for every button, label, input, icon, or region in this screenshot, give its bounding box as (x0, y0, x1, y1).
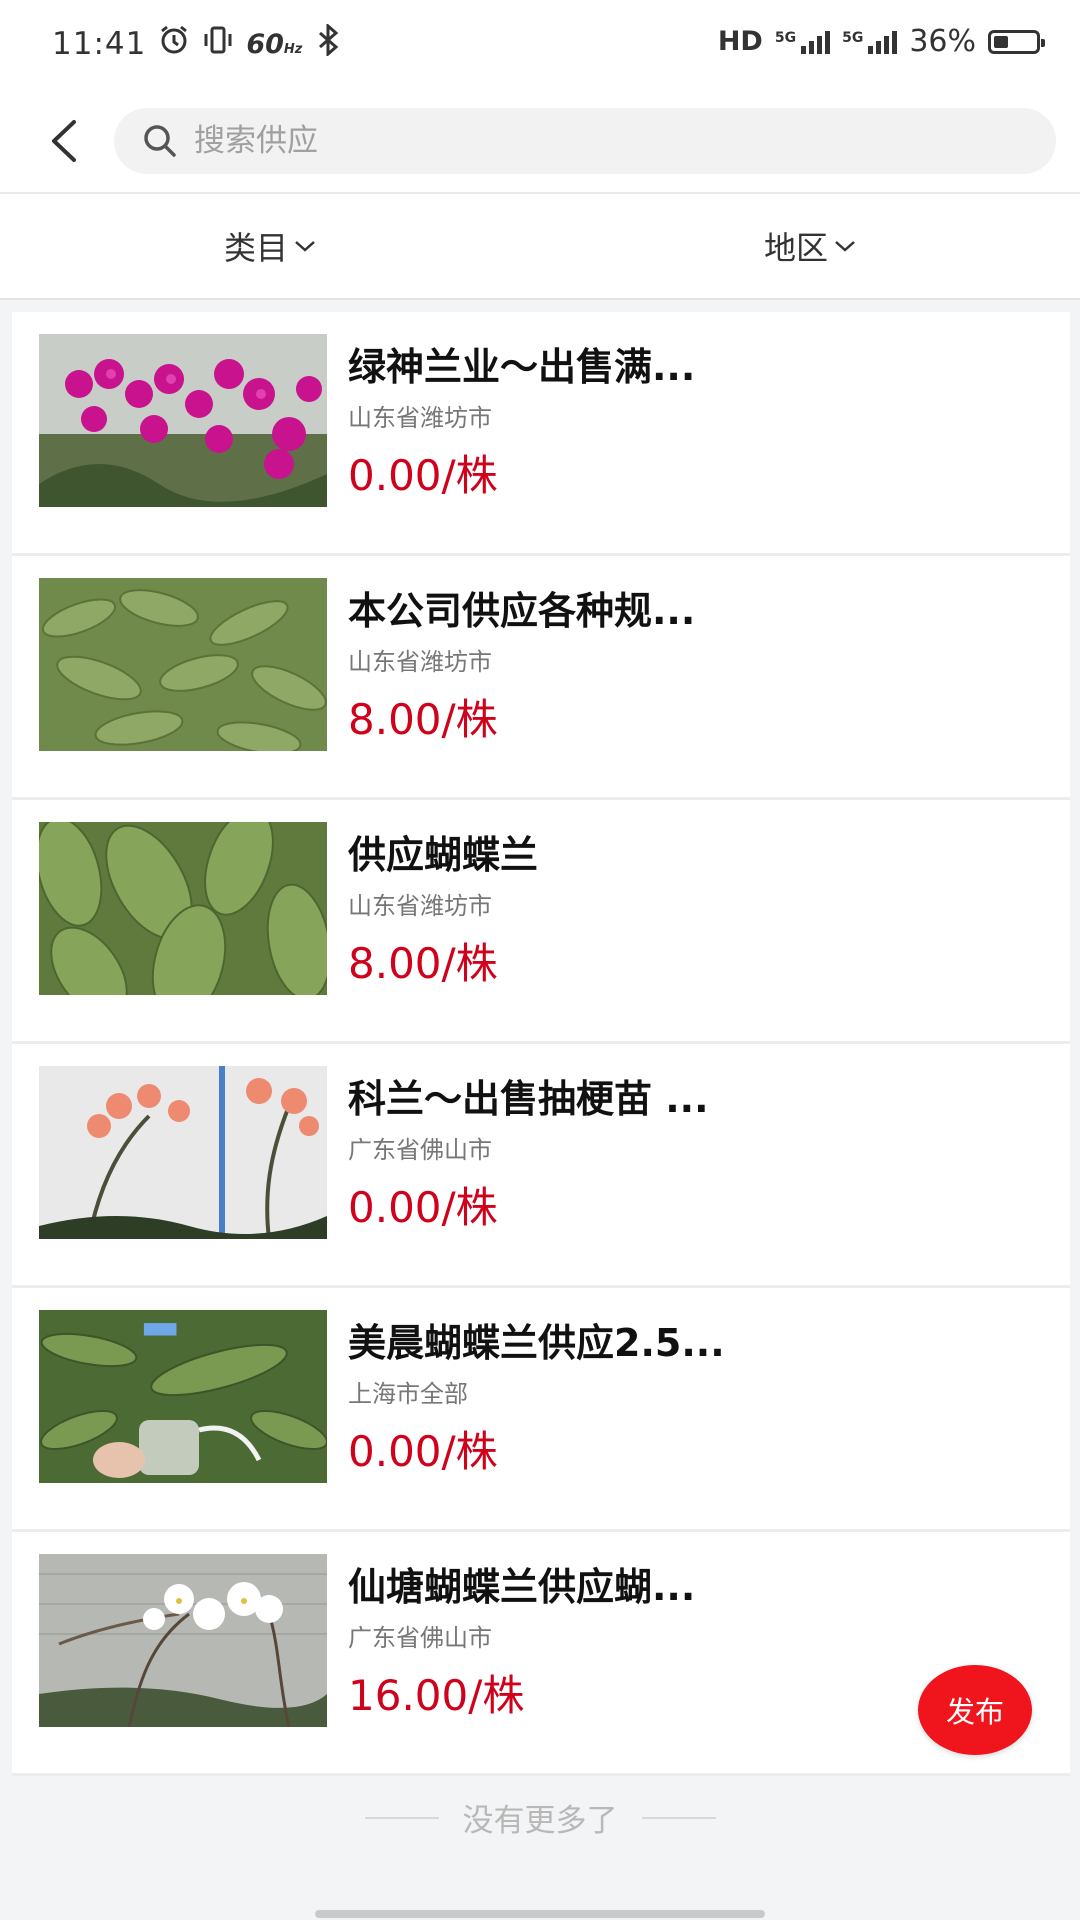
back-arrow-icon (52, 120, 76, 162)
bluetooth-icon (314, 22, 342, 64)
item-location: 山东省潍坊市 (348, 404, 492, 432)
search-input[interactable] (192, 122, 956, 160)
item-price: 8.00/株 (348, 939, 498, 988)
search-header (0, 90, 1080, 194)
item-location: 广东省佛山市 (348, 1624, 492, 1652)
item-location: 山东省潍坊市 (348, 892, 492, 920)
sim2-label: 5G (842, 29, 864, 46)
filter-category-label: 类目 (223, 229, 288, 267)
signal-icon-2: 5G (842, 29, 898, 54)
item-price: 16.00/株 (348, 1671, 525, 1720)
search-box[interactable] (114, 108, 1056, 174)
publish-button[interactable]: 发布 (918, 1665, 1032, 1755)
divider-left (364, 1816, 439, 1819)
item-title: 美晨蝴蝶兰供应2.5... (348, 1321, 725, 1365)
item-location: 上海市全部 (348, 1380, 468, 1408)
product-image: ▆▆▆ (39, 1310, 327, 1483)
product-image (39, 1554, 327, 1727)
product-image (39, 334, 327, 507)
sim1-label: 5G (774, 29, 797, 46)
no-more-text: 没有更多了 (462, 1803, 618, 1839)
signal-icon: 5G (774, 29, 831, 54)
no-more-indicator: 没有更多了 (0, 1795, 1080, 1840)
list-item[interactable]: ▆▆▆ 美晨蝴蝶兰供应2.5... 上海市全部 0.00/株 (12, 1288, 1070, 1532)
search-icon (144, 125, 176, 157)
item-price: 0.00/株 (348, 451, 498, 500)
item-location: 广东省佛山市 (348, 1136, 492, 1164)
alarm-icon (158, 24, 190, 64)
network-type: HD (717, 26, 763, 57)
item-price: 0.00/株 (348, 1427, 498, 1476)
supply-list: 绿神兰业～出售满... 山东省潍坊市 0.00/株 本公司供应各种规... 山东… (12, 312, 1070, 1776)
product-image (39, 578, 327, 751)
battery-icon (988, 29, 1045, 54)
home-indicator[interactable] (315, 1910, 765, 1918)
item-title: 科兰～出售抽梗苗 ... (348, 1077, 709, 1121)
item-price: 0.00/株 (348, 1183, 498, 1232)
refresh-rate-unit: Hz (283, 41, 303, 57)
clock: 11:41 (52, 26, 147, 62)
list-item[interactable]: 仙塘蝴蝶兰供应蝴... 广东省佛山市 16.00/株 (12, 1532, 1070, 1776)
item-price: 8.00/株 (348, 695, 498, 744)
chevron-down-icon (835, 241, 855, 252)
divider-right (641, 1816, 716, 1819)
item-title: 本公司供应各种规... (348, 589, 696, 633)
list-item[interactable]: 本公司供应各种规... 山东省潍坊市 8.00/株 (12, 556, 1070, 800)
filter-region[interactable]: 地区 (540, 194, 1080, 298)
chevron-down-icon (295, 241, 315, 252)
filter-bar: 类目 地区 (0, 194, 1080, 300)
product-image (39, 1066, 327, 1239)
list-item[interactable]: 供应蝴蝶兰 山东省潍坊市 8.00/株 (12, 800, 1070, 1044)
item-location: 山东省潍坊市 (348, 648, 492, 676)
refresh-rate: 60Hz (246, 29, 302, 60)
filter-category[interactable]: 类目 (0, 194, 540, 298)
list-item[interactable]: 绿神兰业～出售满... 山东省潍坊市 0.00/株 (12, 312, 1070, 556)
battery-fill (994, 35, 1008, 48)
back-button[interactable] (44, 118, 84, 164)
filter-region-label: 地区 (763, 229, 828, 267)
status-bar: 11:41 60Hz HD 5G 5G 36% (0, 0, 1080, 90)
product-image (39, 822, 327, 995)
refresh-rate-value: 60 (246, 28, 284, 60)
vibrate-icon (202, 24, 234, 64)
svg-text:▆▆▆: ▆▆▆ (143, 1320, 177, 1336)
item-title: 仙塘蝴蝶兰供应蝴... (348, 1565, 696, 1609)
item-title: 绿神兰业～出售满... (348, 345, 696, 389)
status-bar-left: 11:41 60Hz (52, 22, 342, 64)
item-title: 供应蝴蝶兰 (348, 833, 539, 877)
list-item[interactable]: 科兰～出售抽梗苗 ... 广东省佛山市 0.00/株 (12, 1044, 1070, 1288)
battery-percent: 36% (909, 24, 976, 59)
status-bar-right: HD 5G 5G 36% (717, 24, 1045, 59)
